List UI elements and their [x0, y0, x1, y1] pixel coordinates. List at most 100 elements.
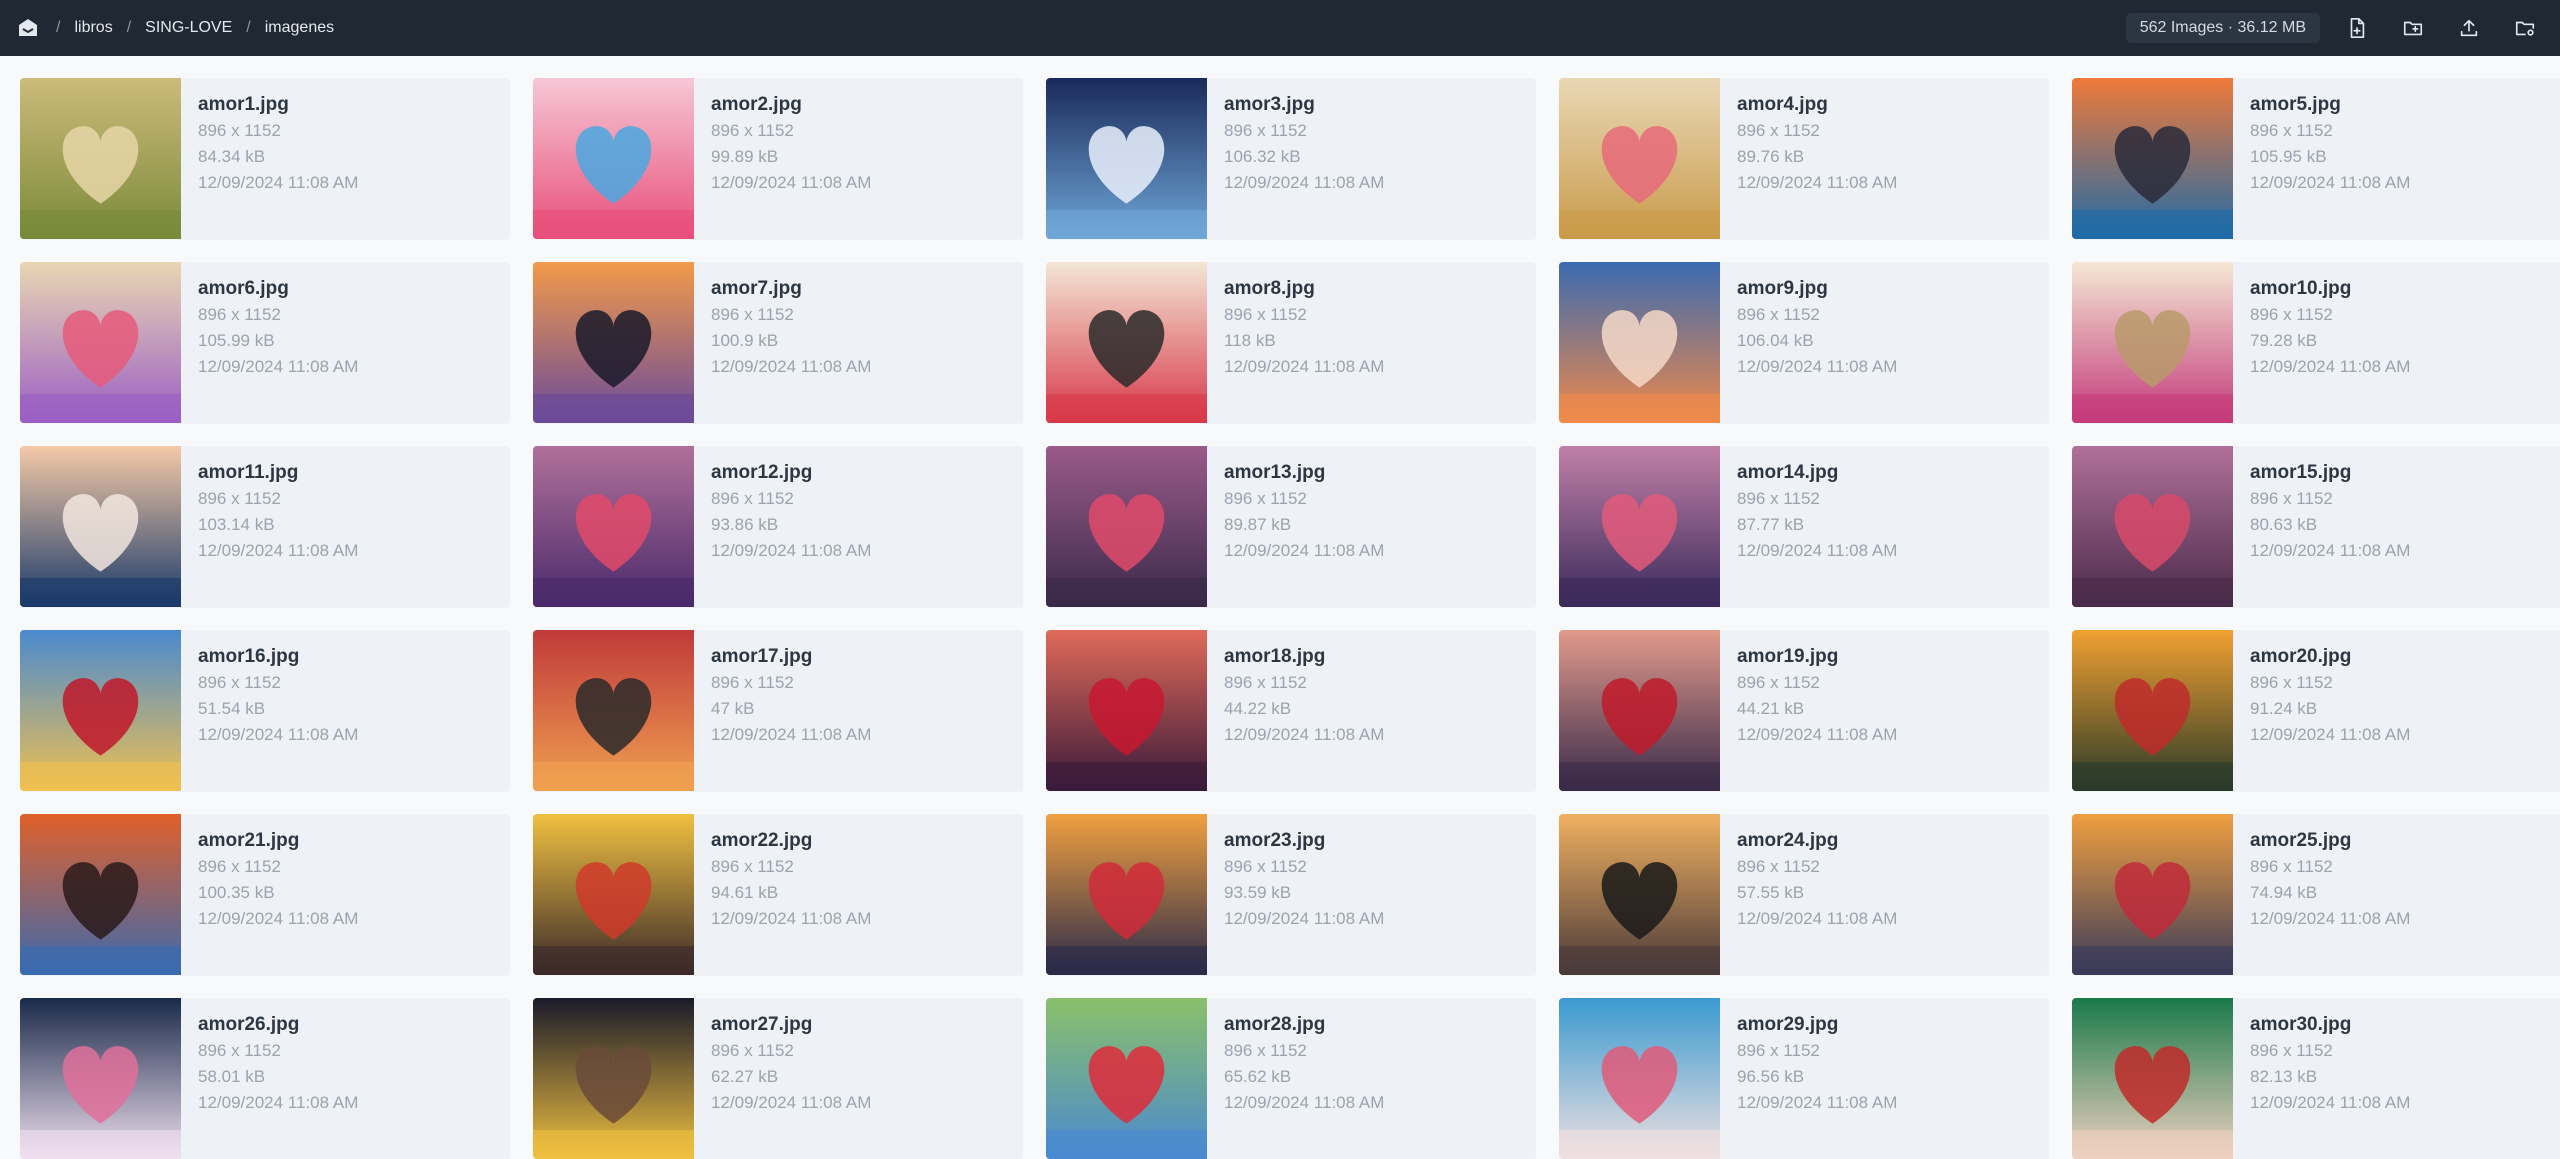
file-size: 44.21 kB — [1737, 699, 1805, 718]
file-card[interactable]: amor18.jpg 896 x 1152 44.22 kB 12/09/2024 1… — [1046, 630, 1536, 791]
file-card[interactable]: amor22.jpg 896 x 1152 94.61 kB 12/09/2024 1… — [533, 814, 1023, 975]
image-thumbnail[interactable] — [20, 630, 181, 791]
file-info: amor16.jpg 896 x 1152 51.54 kB 12/09/2024 1… — [181, 630, 358, 791]
file-card[interactable]: amor28.jpg 896 x 1152 65.62 kB 12/09/2024 1… — [1046, 998, 1536, 1159]
image-thumbnail[interactable] — [533, 998, 694, 1159]
file-card[interactable]: amor13.jpg 896 x 1152 89.87 kB 12/09/2024 1… — [1046, 446, 1536, 607]
upload-icon[interactable] — [2450, 9, 2488, 47]
image-thumbnail[interactable] — [20, 446, 181, 607]
image-thumbnail[interactable] — [1046, 262, 1207, 423]
file-card[interactable]: amor16.jpg 896 x 1152 51.54 kB 12/09/2024 1… — [20, 630, 510, 791]
image-thumbnail[interactable] — [1559, 446, 1720, 607]
file-info: amor25.jpg 896 x 1152 74.94 kB 12/09/2024 1… — [2233, 814, 2410, 975]
image-thumbnail[interactable] — [533, 262, 694, 423]
file-info: amor27.jpg 896 x 1152 62.27 kB 12/09/2024 1… — [694, 998, 871, 1159]
file-card[interactable]: amor1.jpg 896 x 1152 84.34 kB 12/09/2024 11… — [20, 78, 510, 239]
file-card[interactable]: amor20.jpg 896 x 1152 91.24 kB 12/09/2024 1… — [2072, 630, 2560, 791]
image-thumbnail[interactable] — [2072, 78, 2233, 239]
file-dimensions: 896 x 1152 — [1224, 1041, 1307, 1060]
image-thumbnail[interactable] — [1559, 262, 1720, 423]
image-thumbnail[interactable] — [1559, 78, 1720, 239]
file-info: amor2.jpg 896 x 1152 99.89 kB 12/09/2024 11… — [694, 78, 871, 239]
file-card[interactable]: amor25.jpg 896 x 1152 74.94 kB 12/09/2024 1… — [2072, 814, 2560, 975]
file-name: amor8.jpg — [1224, 278, 1315, 299]
new-file-icon[interactable] — [2338, 9, 2376, 47]
file-card[interactable]: amor23.jpg 896 x 1152 93.59 kB 12/09/2024 1… — [1046, 814, 1536, 975]
image-thumbnail[interactable] — [1559, 630, 1720, 791]
image-thumbnail[interactable] — [20, 78, 181, 239]
file-name: amor13.jpg — [1224, 462, 1326, 483]
image-thumbnail[interactable] — [1046, 998, 1207, 1159]
file-info: amor6.jpg 896 x 1152 105.99 kB 12/09/2024 1… — [181, 262, 358, 423]
file-card[interactable]: amor24.jpg 896 x 1152 57.55 kB 12/09/2024 1… — [1559, 814, 2049, 975]
file-card[interactable]: amor5.jpg 896 x 1152 105.95 kB 12/09/2024 1… — [2072, 78, 2560, 239]
file-card[interactable]: amor29.jpg 896 x 1152 96.56 kB 12/09/2024 1… — [1559, 998, 2049, 1159]
file-card[interactable]: amor30.jpg 896 x 1152 82.13 kB 12/09/2024 1… — [2072, 998, 2560, 1159]
file-date: 12/09/2024 11:08 AM — [711, 357, 872, 376]
file-card[interactable]: amor4.jpg 896 x 1152 89.76 kB 12/09/2024 11… — [1559, 78, 2049, 239]
file-info: amor1.jpg 896 x 1152 84.34 kB 12/09/2024 11… — [181, 78, 358, 239]
image-thumbnail[interactable] — [20, 998, 181, 1159]
file-size: 89.76 kB — [1737, 147, 1805, 166]
folder-settings-icon[interactable] — [2506, 9, 2544, 47]
file-size: 79.28 kB — [2250, 331, 2318, 350]
file-name: amor16.jpg — [198, 646, 300, 667]
file-size: 118 kB — [1224, 331, 1276, 350]
file-card[interactable]: amor3.jpg 896 x 1152 106.32 kB 12/09/2024 1… — [1046, 78, 1536, 239]
image-thumbnail[interactable] — [2072, 630, 2233, 791]
file-card[interactable]: amor8.jpg 896 x 1152 118 kB 12/09/2024 11:0… — [1046, 262, 1536, 423]
file-card[interactable]: amor6.jpg 896 x 1152 105.99 kB 12/09/2024 1… — [20, 262, 510, 423]
file-card[interactable]: amor19.jpg 896 x 1152 44.21 kB 12/09/2024 1… — [1559, 630, 2049, 791]
file-card[interactable]: amor17.jpg 896 x 1152 47 kB 12/09/2024 11:0… — [533, 630, 1023, 791]
image-thumbnail[interactable] — [533, 814, 694, 975]
image-thumbnail[interactable] — [533, 446, 694, 607]
file-date: 12/09/2024 11:08 AM — [2250, 909, 2411, 928]
file-name: amor6.jpg — [198, 278, 289, 299]
image-thumbnail[interactable] — [2072, 262, 2233, 423]
file-name: amor11.jpg — [198, 462, 299, 483]
file-card[interactable]: amor21.jpg 896 x 1152 100.35 kB 12/09/2024 … — [20, 814, 510, 975]
home-icon[interactable] — [14, 14, 42, 42]
new-folder-icon[interactable] — [2394, 9, 2432, 47]
image-thumbnail[interactable] — [1046, 814, 1207, 975]
breadcrumb-item-sing-love[interactable]: SING-LOVE — [145, 19, 232, 37]
file-name: amor3.jpg — [1224, 94, 1315, 115]
file-size: 96.56 kB — [1737, 1067, 1805, 1086]
toolbar: 562 Images · 36.12 MB — [2125, 9, 2544, 47]
file-card[interactable]: amor11.jpg 896 x 1152 103.14 kB 12/09/2024 … — [20, 446, 510, 607]
image-thumbnail[interactable] — [20, 262, 181, 423]
file-grid: amor1.jpg 896 x 1152 84.34 kB 12/09/2024 11… — [0, 56, 2560, 1159]
file-card[interactable]: amor27.jpg 896 x 1152 62.27 kB 12/09/2024 1… — [533, 998, 1023, 1159]
file-info: amor22.jpg 896 x 1152 94.61 kB 12/09/2024 1… — [694, 814, 871, 975]
image-thumbnail[interactable] — [533, 630, 694, 791]
image-thumbnail[interactable] — [1559, 998, 1720, 1159]
file-date: 12/09/2024 11:08 AM — [711, 173, 872, 192]
file-date: 12/09/2024 11:08 AM — [711, 909, 872, 928]
file-info: amor21.jpg 896 x 1152 100.35 kB 12/09/2024 … — [181, 814, 358, 975]
file-card[interactable]: amor12.jpg 896 x 1152 93.86 kB 12/09/2024 1… — [533, 446, 1023, 607]
breadcrumb-item-libros[interactable]: libros — [74, 19, 112, 37]
file-card[interactable]: amor7.jpg 896 x 1152 100.9 kB 12/09/2024 11… — [533, 262, 1023, 423]
breadcrumb-item-imagenes[interactable]: imagenes — [265, 19, 334, 37]
image-thumbnail[interactable] — [1559, 814, 1720, 975]
file-card[interactable]: amor10.jpg 896 x 1152 79.28 kB 12/09/2024 1… — [2072, 262, 2560, 423]
file-dimensions: 896 x 1152 — [1224, 673, 1307, 692]
image-thumbnail[interactable] — [1046, 78, 1207, 239]
file-date: 12/09/2024 11:08 AM — [1737, 725, 1898, 744]
top-bar: / libros / SING-LOVE / imagenes 562 Imag… — [0, 0, 2560, 56]
image-thumbnail[interactable] — [2072, 998, 2233, 1159]
file-card[interactable]: amor2.jpg 896 x 1152 99.89 kB 12/09/2024 11… — [533, 78, 1023, 239]
image-thumbnail[interactable] — [533, 78, 694, 239]
file-card[interactable]: amor9.jpg 896 x 1152 106.04 kB 12/09/2024 1… — [1559, 262, 2049, 423]
image-thumbnail[interactable] — [1046, 630, 1207, 791]
image-thumbnail[interactable] — [2072, 446, 2233, 607]
image-thumbnail[interactable] — [2072, 814, 2233, 975]
file-dimensions: 896 x 1152 — [198, 121, 281, 140]
image-thumbnail[interactable] — [20, 814, 181, 975]
file-card[interactable]: amor15.jpg 896 x 1152 80.63 kB 12/09/2024 1… — [2072, 446, 2560, 607]
file-size: 106.32 kB — [1224, 147, 1301, 166]
file-card[interactable]: amor26.jpg 896 x 1152 58.01 kB 12/09/2024 1… — [20, 998, 510, 1159]
file-dimensions: 896 x 1152 — [198, 305, 281, 324]
file-card[interactable]: amor14.jpg 896 x 1152 87.77 kB 12/09/2024 1… — [1559, 446, 2049, 607]
image-thumbnail[interactable] — [1046, 446, 1207, 607]
